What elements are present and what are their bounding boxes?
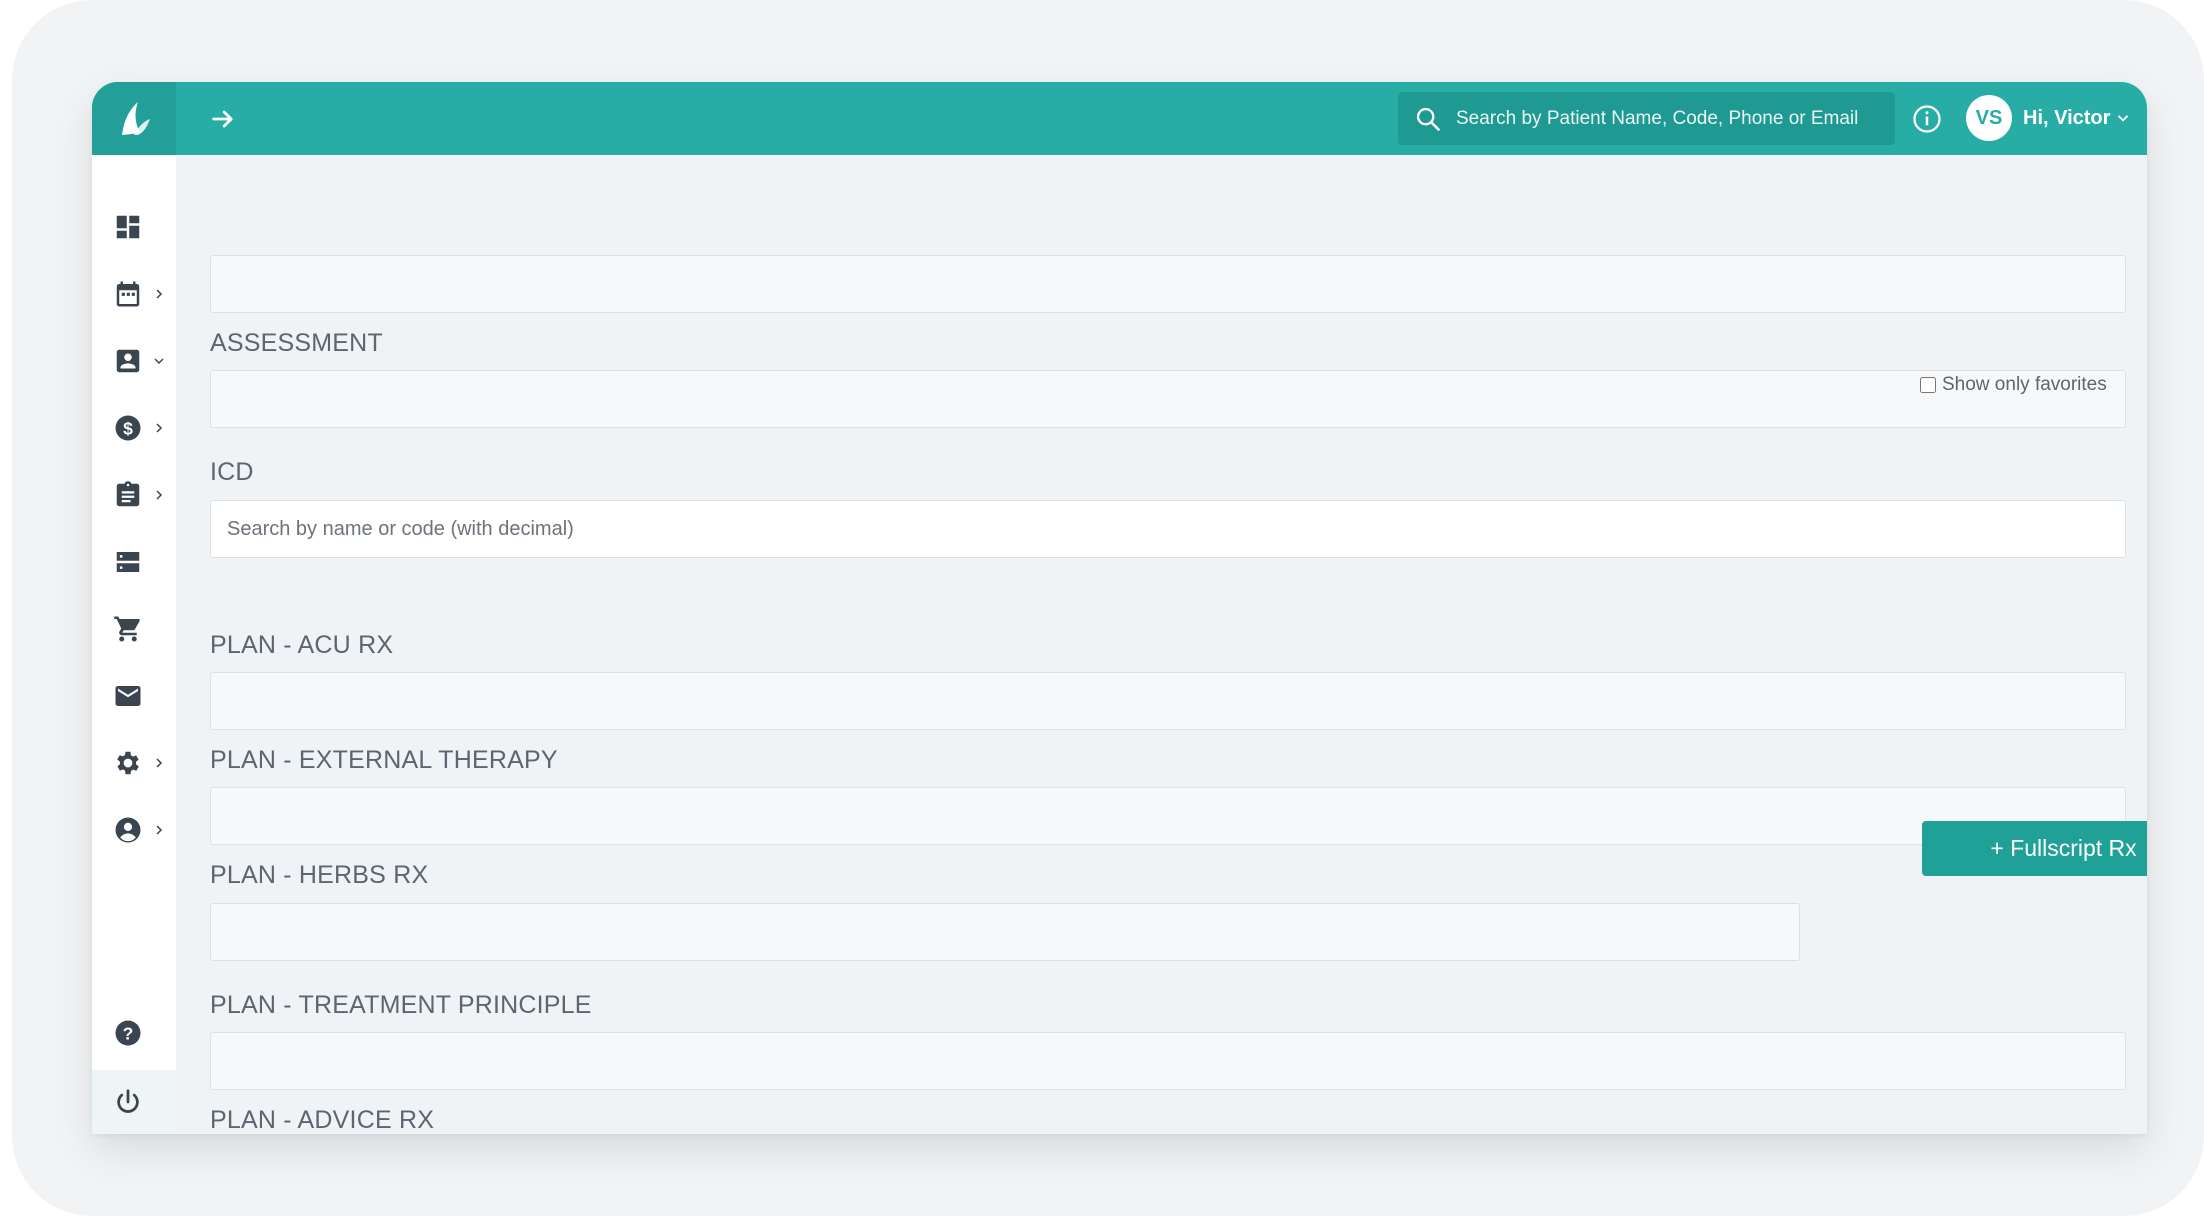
assessment-field[interactable] (210, 370, 2126, 428)
assessment-label: ASSESSMENT (210, 329, 383, 357)
cart-icon (112, 613, 144, 645)
sidebar-item-dashboard[interactable] (92, 199, 176, 255)
patient-search[interactable] (1398, 92, 1895, 145)
previous-section-field[interactable] (210, 255, 2126, 313)
sidebar-item-billing[interactable]: $ (92, 400, 176, 456)
account-icon (112, 814, 144, 846)
contact-card-icon (112, 345, 144, 377)
icd-search-input[interactable] (211, 501, 2125, 557)
external-therapy-field[interactable] (210, 787, 2126, 845)
show-favorites-label: Show only favorites (1942, 374, 2107, 395)
storage-icon (112, 546, 144, 578)
clipboard-icon (112, 479, 144, 511)
sidebar-item-patients[interactable] (92, 333, 176, 389)
svg-text:?: ? (123, 1023, 134, 1043)
user-menu[interactable]: VS Hi, Victor (1966, 95, 2130, 141)
screen-background: VS Hi, Victor (12, 0, 2204, 1216)
icd-search-field[interactable] (210, 500, 2126, 558)
info-icon (1913, 105, 1941, 133)
calendar-icon (112, 278, 144, 310)
show-favorites-toggle[interactable]: Show only favorites (1920, 374, 2107, 396)
patient-search-input[interactable] (1456, 92, 1895, 145)
fullscript-rx-button[interactable]: + Fullscript Rx (1922, 821, 2147, 876)
acu-rx-field[interactable] (210, 672, 2126, 730)
power-icon (112, 1086, 144, 1118)
sidebar-item-help[interactable]: ? (92, 1005, 176, 1061)
herbs-rx-label: PLAN - HERBS RX (210, 861, 429, 889)
sidebar-item-notes[interactable] (92, 467, 176, 523)
chevron-right-icon (152, 823, 166, 837)
previous-section-input[interactable] (211, 256, 2125, 312)
treatment-principle-field[interactable] (210, 1032, 2126, 1090)
external-therapy-input[interactable] (211, 788, 2125, 844)
treatment-principle-input[interactable] (211, 1033, 2125, 1089)
info-button[interactable] (1910, 102, 1944, 136)
top-bar: VS Hi, Victor (92, 82, 2147, 155)
herbs-rx-field[interactable] (210, 903, 1800, 961)
external-therapy-label: PLAN - EXTERNAL THERAPY (210, 746, 558, 774)
sidebar-item-calendar[interactable] (92, 266, 176, 322)
billing-dollar-icon: $ (112, 412, 144, 444)
note-form: ASSESSMENT ICD Show only favorites PLAN - A… (176, 155, 2147, 1134)
treatment-principle-label: PLAN - TREATMENT PRINCIPLE (210, 991, 592, 1019)
assessment-input[interactable] (211, 371, 2125, 427)
avatar: VS (1966, 95, 2012, 141)
help-icon: ? (112, 1017, 144, 1049)
sidebar: $ ? (92, 155, 176, 1134)
sidebar-item-messages[interactable] (92, 668, 176, 724)
dashboard-icon (112, 211, 144, 243)
leaf-logo-icon (122, 101, 150, 135)
advice-rx-label: PLAN - ADVICE RX (210, 1106, 435, 1134)
search-icon (1412, 103, 1444, 135)
app-window: VS Hi, Victor (92, 82, 2147, 1134)
herbs-rx-input[interactable] (211, 904, 1799, 960)
expand-sidebar-button[interactable] (204, 100, 242, 138)
arrow-right-icon (212, 110, 233, 128)
chevron-down-icon (2116, 111, 2130, 125)
svg-text:$: $ (123, 418, 133, 438)
gear-icon (112, 747, 144, 779)
chevron-right-icon (152, 756, 166, 770)
acu-rx-label: PLAN - ACU RX (210, 631, 394, 659)
user-greeting: Hi, Victor (2023, 106, 2111, 129)
sidebar-item-account[interactable] (92, 802, 176, 858)
chevron-right-icon (152, 488, 166, 502)
logo[interactable] (92, 82, 176, 155)
acu-rx-input[interactable] (211, 673, 2125, 729)
mail-icon (112, 680, 144, 712)
sidebar-item-settings[interactable] (92, 735, 176, 791)
show-favorites-checkbox[interactable] (1920, 377, 1936, 393)
sidebar-item-store[interactable] (92, 601, 176, 657)
sidebar-item-storage[interactable] (92, 534, 176, 590)
chevron-right-icon (152, 287, 166, 301)
sidebar-item-logout[interactable] (92, 1070, 176, 1134)
icd-label: ICD (210, 458, 254, 486)
chevron-down-icon (152, 354, 166, 368)
chevron-right-icon (152, 421, 166, 435)
